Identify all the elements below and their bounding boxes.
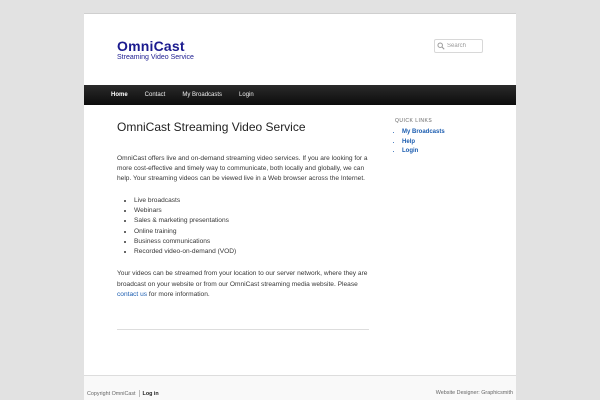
list-item: Sales & marketing presentations xyxy=(134,216,369,226)
list-item: Webinars xyxy=(134,206,369,216)
quick-links-title: QUICK LINKS xyxy=(395,118,433,124)
services-list: Live broadcasts Webinars Sales & marketi… xyxy=(134,196,369,258)
outro-text-after: for more information. xyxy=(147,290,210,298)
search-box[interactable] xyxy=(434,39,483,53)
nav-item-login[interactable]: Login xyxy=(239,85,254,105)
content-divider xyxy=(117,329,369,330)
footer-separator xyxy=(138,390,140,397)
site-title[interactable]: OmniCast xyxy=(117,38,185,54)
site-description: Streaming Video Service xyxy=(117,54,194,61)
designer-credit: Website Designer: Graphicsmith xyxy=(435,390,513,396)
nav-item-contact[interactable]: Contact xyxy=(145,85,166,105)
list-item: Online training xyxy=(134,227,369,237)
outro-paragraph: Your videos can be streamed from your lo… xyxy=(117,269,369,300)
quick-link-item: Login xyxy=(402,147,495,157)
quick-link-item: My Broadcasts xyxy=(402,128,495,138)
contact-us-link[interactable]: contact us xyxy=(117,291,147,298)
list-item: Live broadcasts xyxy=(134,196,369,206)
search-icon xyxy=(437,42,445,50)
site-footer: Copyright OmniCast Log in Website Designe… xyxy=(84,375,516,400)
main-content: OmniCast Streaming Video Service OmniCas… xyxy=(117,120,369,300)
page-container: OmniCast Streaming Video Service Home Co… xyxy=(84,13,516,400)
quick-link-login[interactable]: Login xyxy=(402,148,418,154)
intro-paragraph: OmniCast offers live and on-demand strea… xyxy=(117,155,368,183)
page-title: OmniCast Streaming Video Service xyxy=(117,120,306,134)
main-nav: Home Contact My Broadcasts Login xyxy=(84,85,516,105)
outro-text-before: Your videos can be streamed from your lo… xyxy=(117,270,368,288)
search-input[interactable] xyxy=(447,43,481,49)
quick-links-list: My Broadcasts Help Login xyxy=(402,128,495,157)
copyright-text: Copyright OmniCast xyxy=(87,390,136,397)
quick-link-my-broadcasts[interactable]: My Broadcasts xyxy=(402,129,445,135)
quick-link-help[interactable]: Help xyxy=(402,139,415,145)
sidebar: QUICK LINKS My Broadcasts Help Login xyxy=(395,118,495,157)
quick-link-item: Help xyxy=(402,138,495,148)
nav-item-my-broadcasts[interactable]: My Broadcasts xyxy=(182,85,222,105)
footer-login-link[interactable]: Log in xyxy=(143,391,159,397)
list-item: Business communications xyxy=(134,237,369,247)
footer-left: Copyright OmniCast Log in xyxy=(87,390,159,397)
nav-item-home[interactable]: Home xyxy=(111,85,128,105)
list-item: Recorded video-on-demand (VOD) xyxy=(134,247,369,257)
